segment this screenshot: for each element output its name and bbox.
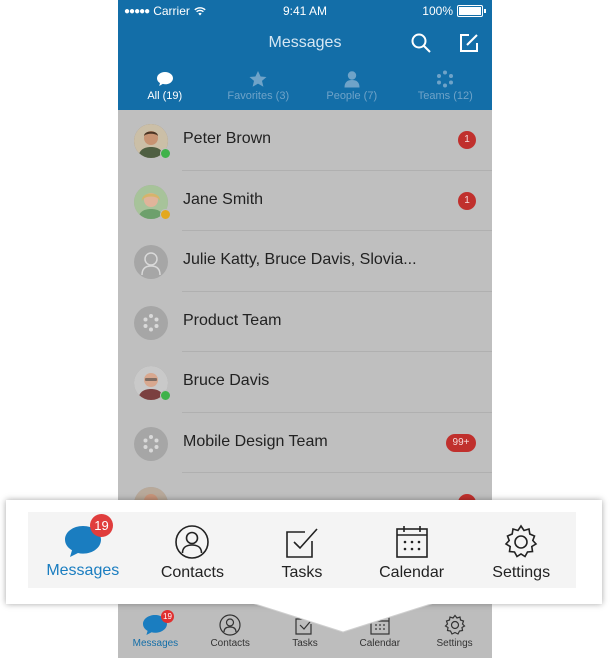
conversation-name: Bruce Davis xyxy=(183,372,270,389)
gear-icon xyxy=(504,524,538,558)
bottom-tab-label: Settings xyxy=(436,638,473,649)
callout-tab-tasks[interactable]: Tasks xyxy=(247,512,357,588)
callout-tab-settings[interactable]: Settings xyxy=(466,512,576,588)
callout-tab-label: Messages xyxy=(46,562,120,579)
navigation-bar: Messages xyxy=(118,22,492,64)
unread-badge: 1 xyxy=(458,191,476,210)
callout-tab-label: Contacts xyxy=(160,564,224,581)
filter-tabs: All (19) Favorites (3) People (7) Teams … xyxy=(118,64,492,110)
conversation-row-group-chat[interactable]: Julie Katty, Bruce Davis, Slovia... xyxy=(118,231,492,292)
callout-tab-calendar[interactable]: Calendar xyxy=(357,512,467,588)
team-avatar-icon xyxy=(134,426,168,461)
star-icon xyxy=(249,71,267,87)
conversation-name: Mobile Design Team xyxy=(183,432,328,450)
callout-tab-label: Settings xyxy=(492,564,551,581)
battery-group: 100% xyxy=(422,4,486,18)
callout-tab-label: Calendar xyxy=(379,564,445,581)
team-dots-icon xyxy=(437,70,454,88)
bottom-tab-settings[interactable]: Settings xyxy=(417,608,492,658)
bottom-tab-messages[interactable]: 19 Messages xyxy=(118,608,193,658)
tab-favorites[interactable]: Favorites (3) xyxy=(212,64,306,110)
page-title: Messages xyxy=(268,34,342,51)
messages-count-badge: 19 xyxy=(161,610,174,623)
chat-bubble-icon xyxy=(156,72,173,86)
unread-badge: 1 xyxy=(458,131,476,149)
tab-label: Favorites (3) xyxy=(227,90,290,102)
bottom-tab-label: Messages xyxy=(132,638,179,649)
contacts-icon xyxy=(219,614,241,636)
bottom-tab-label: Tasks xyxy=(292,638,318,649)
bottom-tab-bar: 19 Messages Contacts Tasks Calendar Sett… xyxy=(118,608,492,658)
callout-tab-bar: 19 Messages Contacts Tasks Calendar Sett… xyxy=(28,512,576,588)
calendar-icon xyxy=(370,616,390,635)
group-avatar-icon xyxy=(134,245,168,279)
tab-people[interactable]: People (7) xyxy=(305,64,399,110)
contacts-icon xyxy=(175,525,210,559)
gear-icon xyxy=(444,614,466,635)
conversation-name: Jane Smith xyxy=(183,190,264,208)
conversation-row-mobile-design-team[interactable]: Mobile Design Team 99+ xyxy=(118,413,492,473)
conversation-row-peter-brown[interactable]: Peter Brown 1 xyxy=(118,110,492,171)
compose-icon[interactable] xyxy=(458,32,480,54)
battery-icon xyxy=(457,5,483,17)
person-icon xyxy=(344,71,360,88)
messages-count-badge: 19 xyxy=(90,514,113,537)
unread-badge: 99+ xyxy=(446,433,476,452)
tab-bar-zoom-callout: 19 Messages Contacts Tasks Calendar Sett… xyxy=(6,500,602,604)
status-bar: ●●●●● Carrier 9:41 AM 100% xyxy=(118,0,492,22)
bottom-tab-label: Contacts xyxy=(210,638,250,649)
bottom-tab-contacts[interactable]: Contacts xyxy=(193,608,268,658)
conversation-row-jane-smith[interactable]: Jane Smith 1 xyxy=(118,171,492,231)
battery-tip xyxy=(484,9,486,13)
tab-label: People (7) xyxy=(326,90,378,102)
team-avatar-icon xyxy=(134,305,168,340)
conversation-row-bruce-davis[interactable]: Bruce Davis xyxy=(118,352,492,413)
search-icon[interactable] xyxy=(410,32,432,54)
tab-label: Teams (12) xyxy=(417,90,473,102)
presence-online-indicator xyxy=(160,390,171,401)
callout-tab-messages[interactable]: 19 Messages xyxy=(28,512,138,588)
tasks-checkbox-icon xyxy=(295,616,315,635)
presence-away-indicator xyxy=(160,208,171,220)
tab-teams[interactable]: Teams (12) xyxy=(399,64,493,110)
tab-all[interactable]: All (19) xyxy=(118,64,212,110)
bottom-tab-label: Calendar xyxy=(359,638,401,649)
conversation-name: Julie Katty, Bruce Davis, Slovia... xyxy=(183,251,417,268)
callout-tab-contacts[interactable]: Contacts xyxy=(138,512,248,588)
bottom-tab-tasks[interactable]: Tasks xyxy=(268,608,343,658)
conversation-name: Peter Brown xyxy=(183,130,272,147)
bottom-tab-calendar[interactable]: Calendar xyxy=(342,608,417,658)
tab-label: All (19) xyxy=(147,90,183,102)
conversation-row-product-team[interactable]: Product Team xyxy=(118,292,492,352)
tasks-checkbox-icon xyxy=(286,528,318,558)
callout-tab-label: Tasks xyxy=(281,564,323,581)
calendar-icon xyxy=(395,526,428,558)
conversation-name: Product Team xyxy=(183,311,282,329)
battery-percent: 100% xyxy=(422,4,453,18)
presence-online-indicator xyxy=(160,148,171,159)
